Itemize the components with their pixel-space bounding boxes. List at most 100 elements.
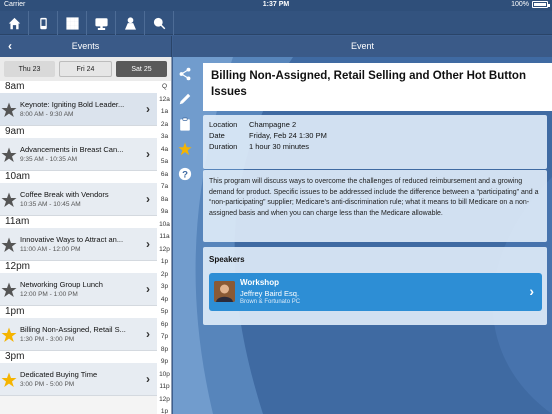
event-detail: Billing Non-Assigned, Retail Selling and… [173,57,552,414]
index-label[interactable]: 10a [159,219,170,232]
back-chevron-icon[interactable]: ‹ [8,36,12,57]
svg-text:?: ? [182,169,188,180]
index-label[interactable]: 10p [159,369,170,382]
tab-thu-23[interactable]: Thu 23 [4,61,55,77]
event-list: 8am Keynote: Igniting Bold Leader... 8:0… [0,81,157,396]
index-label[interactable]: 12p [159,244,170,257]
duration-value: 1 hour 30 minutes [249,142,310,151]
event-description: This program will discuss ways to overco… [203,170,547,242]
speakers-section: Speakers Workshop Jeffrey Baird Esq. Bro… [203,247,547,325]
list-item[interactable]: Innovative Ways to Attract an... 11:00 A… [0,228,157,261]
presentation-icon[interactable] [87,11,116,35]
star-icon[interactable] [1,237,17,253]
speakers-heading: Speakers [209,255,245,264]
list-item[interactable]: Networking Group Lunch 12:00 PM - 1:00 P… [0,273,157,306]
list-item[interactable]: Keynote: Igniting Bold Leader... 8:00 AM… [0,93,157,126]
star-icon[interactable] [1,147,17,163]
index-label[interactable]: Q [162,81,167,94]
list-item[interactable]: Advancements in Breast Can... 9:35 AM - … [0,138,157,171]
index-label[interactable]: 9a [161,206,168,219]
speaker-org: Brown & Fortunato PC [240,299,301,305]
list-item[interactable]: Billing Non-Assigned, Retail S... 1:30 P… [0,318,157,351]
index-label[interactable]: 8a [161,194,168,207]
index-label[interactable]: 4p [161,294,168,307]
event-title: Innovative Ways to Attract an... [20,235,124,244]
event-time: 9:35 AM - 10:35 AM [20,156,78,163]
day-tabs: Thu 23 Fri 24 Sat 25 [0,57,171,81]
event-title: Coffee Break with Vendors [20,190,109,199]
index-label[interactable]: 11a [159,231,169,244]
star-icon[interactable] [173,136,197,161]
clipboard-icon[interactable] [173,111,197,136]
side-toolbar: ? [173,61,197,186]
battery-indicator: 100% [511,1,550,8]
hour-label: 10am [0,171,157,183]
star-icon[interactable] [1,282,17,298]
index-label[interactable]: 1p [161,256,168,269]
tab-sat-25[interactable]: Sat 25 [116,61,167,77]
tab-fri-24[interactable]: Fri 24 [59,61,112,77]
event-title: Advancements in Breast Can... [20,145,124,154]
chevron-right-icon: › [529,283,534,299]
event-title: Dedicated Buying Time [20,370,98,379]
events-panel: Thu 23 Fri 24 Sat 25 8am Keynote: Igniti… [0,57,172,414]
chevron-right-icon: › [146,282,150,296]
index-label[interactable]: 5a [161,156,168,169]
events-header-title: Events [71,41,100,51]
battery-icon [532,1,550,8]
index-label[interactable]: 3p [161,281,168,294]
chevron-right-icon: › [146,237,150,251]
top-nav-bar [0,11,552,35]
event-time: 11:00 AM - 12:00 PM [20,246,81,253]
grid-icon[interactable] [58,11,87,35]
index-label[interactable]: 6p [161,319,168,332]
clock: 1:37 PM [262,1,290,8]
event-header: Event [173,36,552,57]
search-icon[interactable] [145,11,174,35]
index-label[interactable]: 7a [161,181,168,194]
index-label[interactable]: 6a [161,169,168,182]
index-label[interactable]: 11p [159,381,169,394]
list-item[interactable]: Coffee Break with Vendors 10:35 AM - 10:… [0,183,157,216]
index-label[interactable]: 4a [161,144,168,157]
user-icon[interactable] [116,11,145,35]
hour-label: 3pm [0,351,157,363]
star-icon[interactable] [1,192,17,208]
index-label[interactable]: 7p [161,331,168,344]
list-item[interactable]: Dedicated Buying Time 3:00 PM - 5:00 PM … [0,363,157,396]
time-index[interactable]: Q 12a 1a 2a 3a 4a 5a 6a 7a 8a 9a 10a 11a 12p 1p 2p 3p 4p 5… [157,81,171,414]
event-info: Location Champagne 2 Date Friday, Feb 24… [203,115,547,169]
location-value: Champagne 2 [249,120,297,129]
events-header: ‹ Events [0,36,172,57]
edit-icon[interactable] [173,86,197,111]
event-title: Billing Non-Assigned, Retail S... [20,325,126,334]
index-label[interactable]: 12p [159,394,170,407]
index-label[interactable]: 2p [161,269,168,282]
event-header-title: Event [350,41,374,51]
index-label[interactable]: 1p [161,406,168,414]
battery-percent: 100% [511,1,529,8]
share-icon[interactable] [173,61,197,86]
speaker-card[interactable]: Workshop Jeffrey Baird Esq. Brown & Fort… [209,273,542,311]
index-label[interactable]: 3a [161,131,168,144]
index-label[interactable]: 8p [161,344,168,357]
chevron-right-icon: › [146,372,150,386]
index-label[interactable]: 2a [161,119,168,132]
date-label: Date [209,131,225,140]
index-label[interactable]: 12a [159,94,170,107]
index-label[interactable]: 9p [161,356,168,369]
phone-icon[interactable] [29,11,58,35]
index-label[interactable]: 5p [161,306,168,319]
avatar [214,281,235,302]
star-icon[interactable] [1,327,17,343]
help-icon[interactable]: ? [173,161,197,186]
star-icon[interactable] [1,372,17,388]
hour-label: 9am [0,126,157,138]
event-time: 10:35 AM - 10:45 AM [20,201,81,208]
star-icon[interactable] [1,102,17,118]
index-label[interactable]: 1a [161,106,168,119]
event-time: 8:00 AM - 9:30 AM [20,111,74,118]
home-icon[interactable] [0,11,29,35]
event-time: 1:30 PM - 3:00 PM [20,336,75,343]
chevron-right-icon: › [146,192,150,206]
